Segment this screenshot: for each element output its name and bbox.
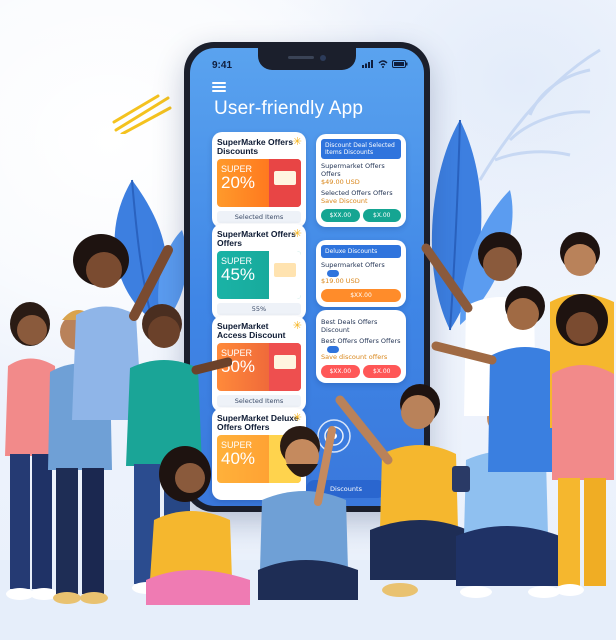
person-woman-yellow-kneeling xyxy=(146,446,250,605)
offer-card-footer: Selected Items xyxy=(217,211,301,223)
deal-list-header: Deluxe Discounts xyxy=(321,245,401,258)
sparkle-icon: ✳ xyxy=(292,227,302,240)
deal-list-line: Best Deals Offers Discount xyxy=(321,318,378,334)
signal-icon xyxy=(362,60,373,68)
phone-notch xyxy=(258,48,356,70)
offer-banner-percent: 20% xyxy=(221,173,256,192)
deal-price-button[interactable]: $XX.00 xyxy=(321,209,360,222)
deal-price-button[interactable]: $XX.00 xyxy=(321,365,360,378)
deal-list-line-text: Supermarket Offers xyxy=(321,261,385,269)
front-camera xyxy=(320,55,326,61)
product-box-icon xyxy=(274,171,296,185)
deal-list-card[interactable]: Deluxe Discounts Supermarket Offers $19.… xyxy=(316,240,406,307)
offer-banner: SUPER 45% xyxy=(217,251,301,299)
app-title: User-friendly App xyxy=(214,98,364,119)
offer-card[interactable]: SuperMarke Offers Discounts ✳ SUPER 20% … xyxy=(212,132,306,228)
deal-list-line: Selected Offers Offers xyxy=(321,189,393,197)
sparkle-lines-decoration xyxy=(112,94,172,134)
deal-price-button[interactable]: $X.00 xyxy=(362,365,401,378)
hamburger-menu-icon[interactable] xyxy=(212,82,226,92)
product-box-icon xyxy=(274,355,296,369)
deal-list-header: Discount Deal Selected Items Discounts xyxy=(321,139,401,159)
feather-decoration xyxy=(478,48,601,181)
deal-price-button[interactable]: $XX.00 xyxy=(321,289,401,302)
deal-list-line: Best Offers Offers Offers xyxy=(321,337,401,353)
offer-banner-percent: 45% xyxy=(221,265,256,284)
status-icons xyxy=(362,60,408,68)
sparkle-icon: ✳ xyxy=(292,319,302,332)
deal-list-price: $49.00 USD xyxy=(321,178,360,186)
deal-list-card[interactable]: Discount Deal Selected Items Discounts S… xyxy=(316,134,406,227)
battery-icon xyxy=(392,60,408,68)
deal-price-button[interactable]: $X.00 xyxy=(362,209,401,222)
wifi-icon xyxy=(378,60,388,68)
toggle-switch[interactable] xyxy=(327,269,339,277)
deal-list-line-text: Best Offers Offers Offers xyxy=(321,337,401,345)
person-woman-curly-pink-right xyxy=(552,294,614,596)
toggle-switch[interactable] xyxy=(327,345,339,353)
deal-list-line: Supermarket Offers Offers xyxy=(321,162,385,178)
offer-banner: SUPER 20% xyxy=(217,159,301,207)
deal-list-card[interactable]: Best Deals Offers Discount Best Offers O… xyxy=(316,310,406,383)
sparkle-icon: ✳ xyxy=(292,135,302,148)
deal-list-price: Save Discount xyxy=(321,197,368,205)
scene: 9:41 User-friendly App SuperMarke Offers… xyxy=(0,0,616,640)
speaker-grille xyxy=(288,56,314,59)
deal-list-price: $19.00 USD xyxy=(321,277,360,285)
deal-list-line: Supermarket Offers xyxy=(321,261,401,277)
deal-list-price: Save discount offers xyxy=(321,353,388,361)
status-time: 9:41 xyxy=(212,60,233,71)
product-box-icon xyxy=(274,263,296,277)
